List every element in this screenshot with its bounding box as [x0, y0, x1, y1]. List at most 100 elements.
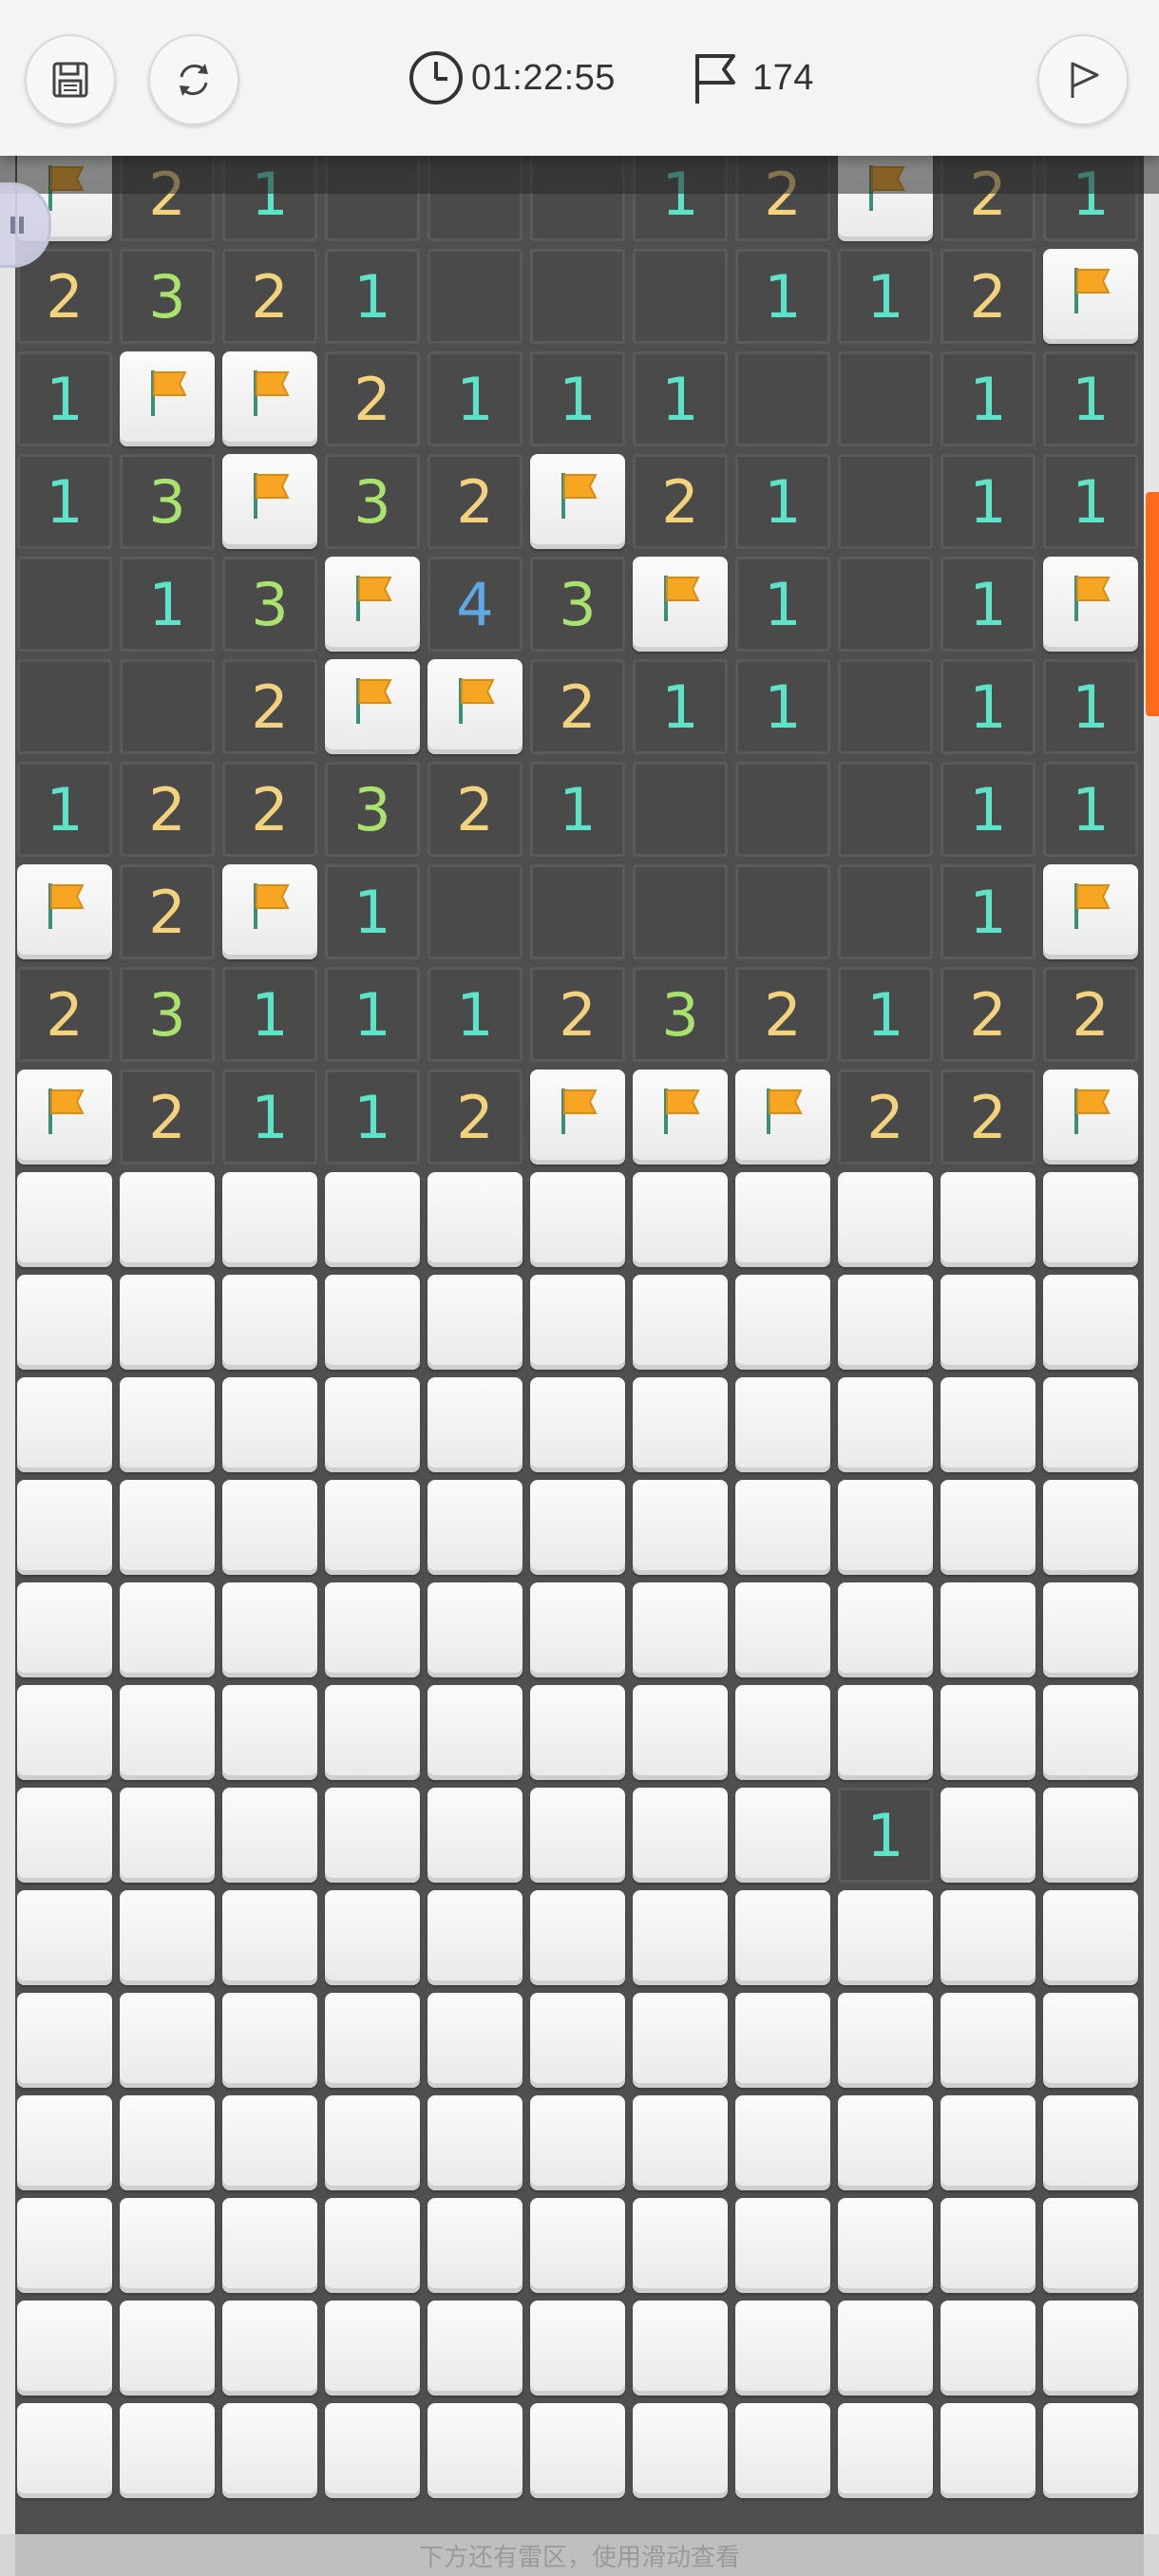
cell-flagged[interactable] [530, 1070, 625, 1165]
cell-closed[interactable] [633, 2301, 728, 2396]
cell-closed[interactable] [222, 1788, 317, 1883]
cell-closed[interactable] [940, 2301, 1036, 2396]
cell-number[interactable]: 3 [325, 454, 420, 549]
cell-closed[interactable] [1043, 1582, 1138, 1677]
cell-number[interactable]: 3 [222, 557, 317, 652]
cell-closed[interactable] [1043, 1275, 1138, 1370]
cell-closed[interactable] [325, 1480, 420, 1575]
cell-flagged[interactable] [633, 557, 728, 652]
cell-closed[interactable] [120, 2403, 215, 2498]
cell-closed[interactable] [17, 1377, 112, 1472]
cell-closed[interactable] [735, 1582, 830, 1677]
cell-closed[interactable] [120, 1788, 215, 1883]
cell-closed[interactable] [838, 2095, 933, 2190]
cell-closed[interactable] [428, 2301, 522, 2396]
cell-closed[interactable] [633, 1377, 728, 1472]
cell-closed[interactable] [222, 2301, 317, 2396]
cell-number[interactable]: 1 [1043, 454, 1138, 549]
cell-closed[interactable] [1043, 2095, 1138, 2190]
cell-closed[interactable] [1043, 1377, 1138, 1472]
cell-closed[interactable] [530, 1685, 625, 1780]
cell-closed[interactable] [1043, 2403, 1138, 2498]
cell-number[interactable]: 1 [735, 659, 830, 754]
cell-number[interactable]: 1 [222, 1070, 317, 1165]
cell-closed[interactable] [428, 1582, 522, 1677]
cell-number[interactable]: 2 [222, 659, 317, 754]
cell-closed[interactable] [120, 1993, 215, 2088]
cell-number[interactable]: 1 [838, 249, 933, 344]
cell-closed[interactable] [735, 2403, 830, 2498]
cell-closed[interactable] [428, 1788, 522, 1883]
cell-closed[interactable] [120, 2301, 215, 2396]
cell-closed[interactable] [120, 1582, 215, 1677]
cell-closed[interactable] [325, 1788, 420, 1883]
cell-closed[interactable] [633, 2198, 728, 2293]
cell-closed[interactable] [17, 2198, 112, 2293]
cell-number[interactable]: 1 [1043, 351, 1138, 446]
cell-number[interactable]: 2 [530, 967, 625, 1062]
cell-closed[interactable] [222, 1890, 317, 1985]
cell-closed[interactable] [325, 2198, 420, 2293]
cell-empty[interactable] [735, 351, 830, 446]
cell-closed[interactable] [120, 1890, 215, 1985]
cell-closed[interactable] [940, 1993, 1036, 2088]
cell-number[interactable]: 2 [17, 967, 112, 1062]
cell-closed[interactable] [735, 1685, 830, 1780]
cell-closed[interactable] [530, 2095, 625, 2190]
cell-closed[interactable] [222, 2198, 317, 2293]
cell-empty[interactable] [17, 557, 112, 652]
cell-closed[interactable] [633, 1172, 728, 1267]
cell-closed[interactable] [325, 1582, 420, 1677]
cell-closed[interactable] [838, 1480, 933, 1575]
cell-closed[interactable] [428, 2095, 522, 2190]
cell-flagged[interactable] [17, 1070, 112, 1165]
cell-closed[interactable] [838, 2403, 933, 2498]
cell-flagged[interactable] [1043, 557, 1138, 652]
cell-closed[interactable] [222, 1993, 317, 2088]
cell-number[interactable]: 2 [735, 967, 830, 1062]
cell-closed[interactable] [222, 1377, 317, 1472]
cell-number[interactable]: 1 [17, 762, 112, 857]
cell-number[interactable]: 1 [17, 351, 112, 446]
cell-closed[interactable] [633, 2403, 728, 2498]
cell-closed[interactable] [17, 1685, 112, 1780]
cell-closed[interactable] [940, 1172, 1036, 1267]
cell-closed[interactable] [1043, 1172, 1138, 1267]
cell-closed[interactable] [940, 2403, 1036, 2498]
cell-number[interactable]: 1 [940, 454, 1036, 549]
cell-closed[interactable] [735, 2198, 830, 2293]
cell-closed[interactable] [17, 2095, 112, 2190]
cell-closed[interactable] [1043, 1993, 1138, 2088]
cell-empty[interactable] [633, 864, 728, 959]
cell-closed[interactable] [838, 1685, 933, 1780]
cell-closed[interactable] [940, 1480, 1036, 1575]
cell-closed[interactable] [530, 1480, 625, 1575]
cell-closed[interactable] [530, 1788, 625, 1883]
cell-closed[interactable] [633, 1788, 728, 1883]
cell-flagged[interactable] [222, 454, 317, 549]
cell-empty[interactable] [838, 864, 933, 959]
cell-closed[interactable] [120, 1275, 215, 1370]
cell-closed[interactable] [838, 2301, 933, 2396]
cell-number[interactable]: 3 [120, 967, 215, 1062]
cell-number[interactable]: 1 [325, 249, 420, 344]
cell-closed[interactable] [120, 1377, 215, 1472]
cell-number[interactable]: 3 [530, 557, 625, 652]
cell-closed[interactable] [428, 2403, 522, 2498]
cell-empty[interactable] [735, 762, 830, 857]
cell-number[interactable]: 2 [222, 249, 317, 344]
cell-closed[interactable] [940, 1890, 1036, 1985]
cell-closed[interactable] [735, 1275, 830, 1370]
cell-closed[interactable] [940, 1275, 1036, 1370]
cell-closed[interactable] [838, 2198, 933, 2293]
cell-closed[interactable] [735, 1788, 830, 1883]
cell-flagged[interactable] [1043, 249, 1138, 344]
cell-closed[interactable] [633, 1480, 728, 1575]
cell-closed[interactable] [222, 1480, 317, 1575]
cell-number[interactable]: 2 [120, 1070, 215, 1165]
cell-flagged[interactable] [530, 454, 625, 549]
cell-number[interactable]: 1 [838, 967, 933, 1062]
cell-closed[interactable] [325, 2095, 420, 2190]
cell-closed[interactable] [17, 1275, 112, 1370]
cell-closed[interactable] [838, 1890, 933, 1985]
